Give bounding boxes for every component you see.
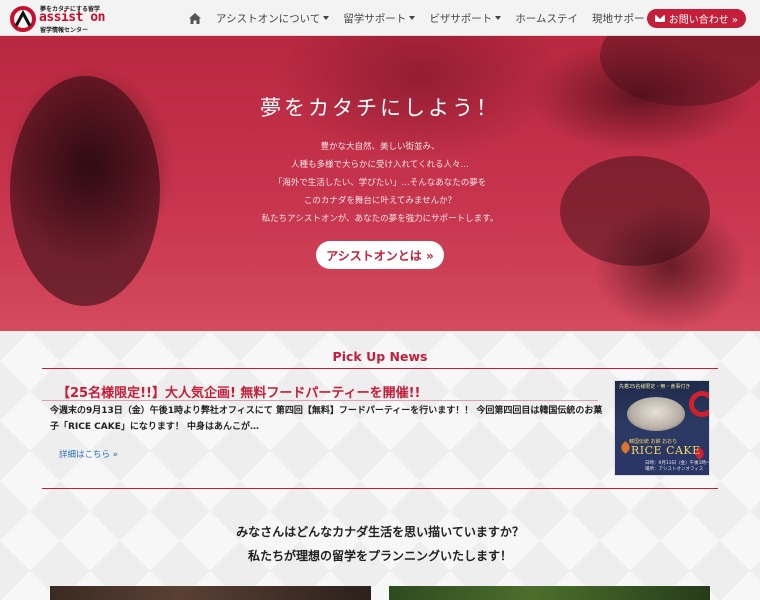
intro-question: みなさんはどんなカナダ生活を思い描いていますか？ bbox=[236, 525, 524, 539]
nav-home-button[interactable] bbox=[181, 12, 209, 24]
nav-item-visa-support[interactable]: ビザサポート bbox=[422, 11, 508, 26]
feature-photo-left[interactable] bbox=[50, 586, 371, 600]
news-thumbnail[interactable]: 先着25名様限定・無・食事付き 韓国伝統 お餅 おおち RICE CAKE 日時… bbox=[614, 380, 710, 476]
nav-item-homestay[interactable]: ホームステイ bbox=[508, 11, 585, 26]
top-navbar: 夢をカタチにする留学 assist on 留学情報センター アシストオンについて… bbox=[0, 0, 760, 36]
news-divider bbox=[42, 368, 718, 369]
chevron-down-icon bbox=[323, 16, 330, 20]
hero-banner: 夢をカタチにしよう！ 豊かな大自然、美しい街並み、 人種も多様で大らかに受け入れ… bbox=[0, 36, 760, 331]
hero-text-line: 人種も多様で大らかに受け入れてくれる人々… bbox=[291, 160, 469, 170]
nav-item-about[interactable]: アシストオンについて bbox=[209, 11, 336, 26]
thumb-top-text: 先着25名様限定・無・食事付き bbox=[619, 384, 691, 390]
chevron-down-icon bbox=[495, 16, 502, 20]
nav-item-visa-support-label: ビザサポート bbox=[429, 12, 493, 25]
chevron-down-icon bbox=[409, 16, 416, 20]
hero-text-line: このカナダを舞台に叶えてみませんか？ bbox=[303, 196, 457, 206]
hero-title: 夢をカタチにしよう！ bbox=[260, 96, 500, 120]
hero-text-line: 豊かな大自然、美しい街並み、 bbox=[320, 142, 440, 152]
news-divider bbox=[42, 488, 718, 489]
mail-icon bbox=[654, 15, 665, 22]
home-icon bbox=[189, 12, 202, 24]
site-logo[interactable]: 夢をカタチにする留学 assist on 留学情報センター bbox=[10, 4, 105, 34]
contact-button[interactable]: お問い合わせ » bbox=[646, 9, 746, 28]
news-title-divider bbox=[42, 400, 598, 401]
rice-cake-plate-image bbox=[627, 397, 685, 431]
logo-mark-icon bbox=[10, 6, 36, 32]
logo-arc-icon bbox=[689, 391, 709, 417]
news-excerpt: 今週末の9月13日（金）午後1時より弊社オフィスにて 第四回【無料】フードパーテ… bbox=[50, 406, 603, 432]
logo-subtitle: 留学情報センター bbox=[40, 27, 89, 34]
nav-item-homestay-label: ホームステイ bbox=[515, 12, 578, 25]
intro-statement: 私たちが理想の留学をプランニングいたします！ bbox=[247, 549, 512, 563]
news-heading: Pick Up News bbox=[332, 349, 428, 364]
contact-button-label: お問い合わせ » bbox=[668, 15, 738, 26]
nav-item-about-label: アシストオンについて bbox=[216, 12, 321, 25]
thumb-caption-title: RICE CAKE bbox=[631, 444, 701, 457]
thumb-details: 日時：9月13日（金）午後1時〜 場所：アシストオンオフィス bbox=[645, 461, 710, 472]
nav-item-study-support[interactable]: 留学サポート bbox=[336, 11, 422, 26]
news-title-link[interactable]: 【25名様限定!!】大人気企画! 無料フードパーティーを開催!! bbox=[57, 382, 420, 401]
news-read-more-link[interactable]: 詳細はこちら » bbox=[59, 448, 118, 460]
about-assiston-button[interactable]: アシストオンとは » bbox=[316, 241, 444, 269]
hero-text-line: 「海外で生活したい、学びたい」…そんなあなたの夢を bbox=[273, 178, 487, 188]
nav-item-study-support-label: 留学サポート bbox=[343, 12, 407, 25]
feature-photo-right[interactable] bbox=[389, 586, 710, 600]
logo-name: assist on bbox=[39, 10, 105, 25]
main-nav: アシストオンについて 留学サポート ビザサポート ホームステイ 現地サポート bbox=[181, 0, 662, 36]
pickup-news-section: Pick Up News 【25名様限定!!】大人気企画! 無料フードパーティー… bbox=[0, 331, 760, 600]
hero-text-line: 私たちアシストオンが、あなたの夢を強力にサポートします。 bbox=[261, 214, 499, 224]
nav-item-local-support-label: 現地サポート bbox=[592, 12, 655, 25]
hero-content: 夢をカタチにしよう！ 豊かな大自然、美しい街並み、 人種も多様で大らかに受け入れ… bbox=[0, 36, 760, 331]
